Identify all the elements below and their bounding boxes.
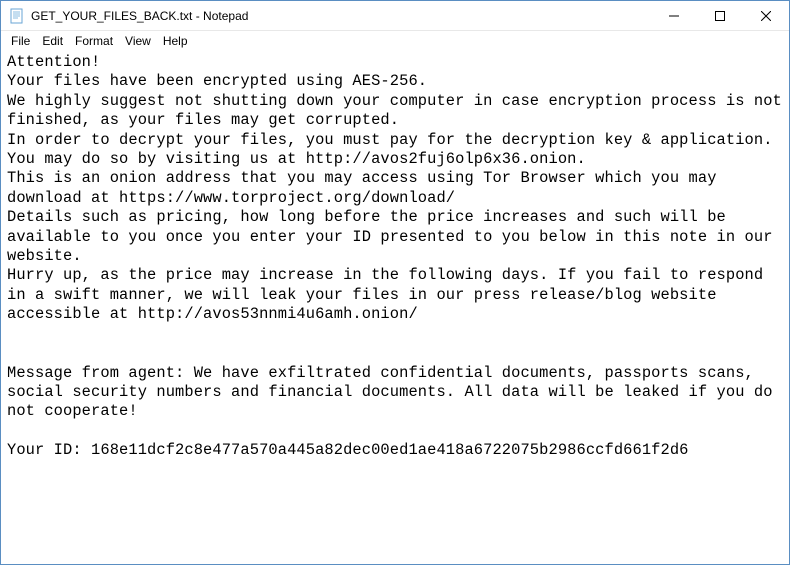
close-button[interactable] xyxy=(743,1,789,30)
minimize-button[interactable] xyxy=(651,1,697,30)
menu-edit[interactable]: Edit xyxy=(36,33,69,49)
window-title: GET_YOUR_FILES_BACK.txt - Notepad xyxy=(31,9,651,23)
menubar: File Edit Format View Help xyxy=(1,31,789,51)
menu-help[interactable]: Help xyxy=(157,33,194,49)
notepad-icon xyxy=(9,8,25,24)
menu-view[interactable]: View xyxy=(119,33,157,49)
window-controls xyxy=(651,1,789,30)
menu-format[interactable]: Format xyxy=(69,33,119,49)
document-body[interactable]: Attention! Your files have been encrypte… xyxy=(1,51,789,467)
titlebar: GET_YOUR_FILES_BACK.txt - Notepad xyxy=(1,1,789,31)
menu-file[interactable]: File xyxy=(5,33,36,49)
maximize-button[interactable] xyxy=(697,1,743,30)
